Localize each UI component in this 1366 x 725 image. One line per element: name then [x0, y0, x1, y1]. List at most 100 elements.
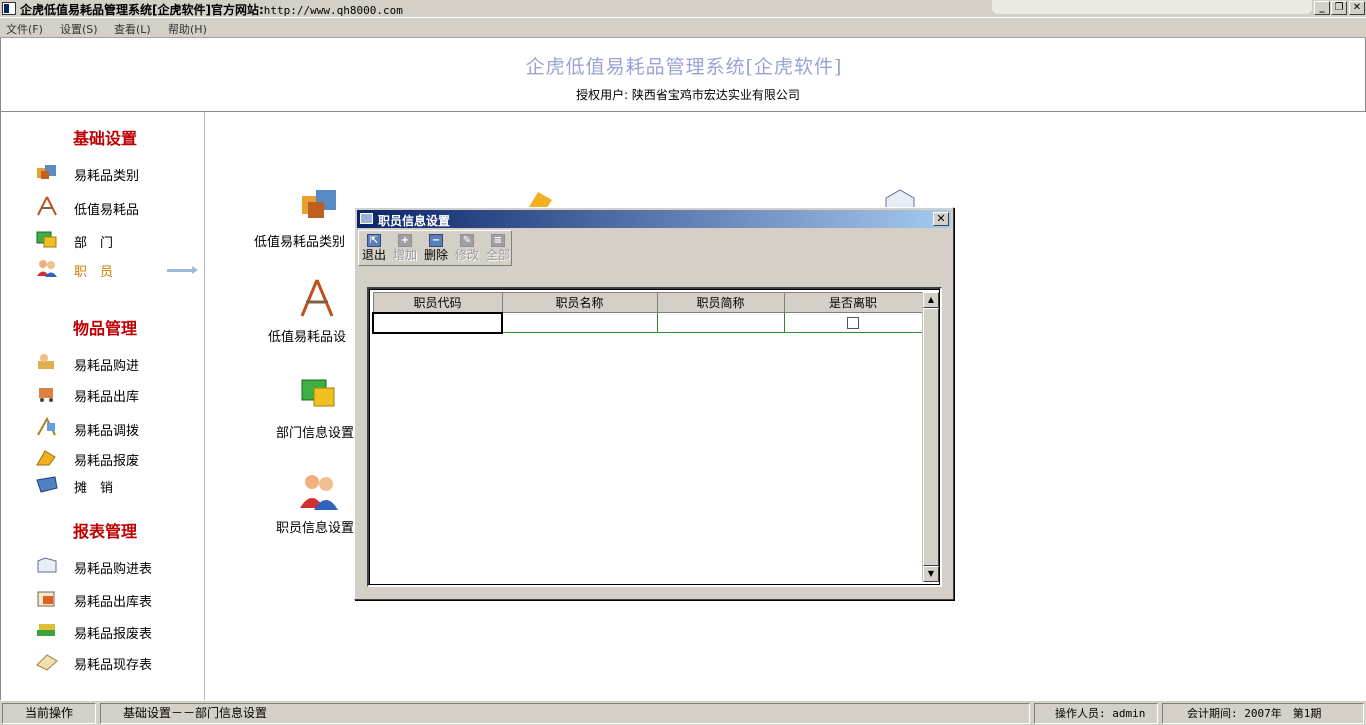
menu-view[interactable]: 查看(L) [114, 21, 151, 37]
sidebar: 基础设置 易耗品类别 低值易耗品 部 门 职 员 物品管理 易耗品购进 易耗品出… [0, 112, 205, 700]
dialog-titlebar: 职员信息设置 ✕ [357, 210, 951, 228]
col-staff-abbr[interactable]: 职员简称 [656, 292, 785, 313]
sidebar-item-label: 易耗品报废表 [74, 627, 153, 642]
outbound-icon [39, 388, 53, 402]
sidebar-item-purchase[interactable]: 易耗品购进 [35, 352, 200, 374]
sidebar-item-label: 易耗品购进表 [74, 562, 153, 577]
books-icon [37, 624, 55, 636]
menu-file[interactable]: 文件(F) [6, 21, 43, 37]
chart-report-icon [37, 591, 55, 607]
staff-shortcut-icon[interactable] [298, 470, 340, 510]
window-titlebar: 企虎低值易耗品管理系统[企虎软件]官方网站:http://www.qh8000.… [0, 0, 1366, 18]
transfer-icon [37, 417, 56, 436]
sidebar-item-label: 职 员 [74, 265, 114, 280]
col-resigned[interactable]: 是否离职 [783, 292, 923, 313]
scroll-up-icon[interactable]: ▲ [923, 292, 939, 308]
section-title-goods: 物品管理 [73, 319, 138, 338]
active-arrow-icon [167, 266, 198, 274]
minimize-button[interactable]: _ [1314, 1, 1330, 15]
sidebar-item-consumables[interactable]: 低值易耗品 [35, 196, 200, 218]
toolbar-label: 全部 [485, 248, 510, 262]
report-icon [37, 557, 57, 573]
sidebar-item-category[interactable]: 易耗品类别 [35, 162, 200, 184]
toolbar-label: 增加 [392, 248, 417, 262]
department-shortcut-label[interactable]: 部门信息设置 [276, 422, 354, 441]
cell-staff-code[interactable] [372, 311, 503, 334]
department-icon [36, 231, 57, 248]
window-title-url: http://www.qh8000.com [263, 4, 403, 17]
dialog-title: 职员信息设置 [378, 214, 451, 228]
dialog-window-icon [360, 213, 373, 224]
resigned-checkbox[interactable] [847, 317, 859, 329]
cell-staff-name[interactable] [501, 312, 658, 333]
sidebar-item-label: 摊 销 [74, 481, 114, 496]
scroll-down-icon[interactable]: ▼ [923, 566, 939, 582]
grid-vertical-scrollbar[interactable]: ▲ ▼ [922, 292, 939, 582]
staff-table: 职员代码 职员名称 职员简称 是否离职 [372, 292, 923, 334]
category-shortcut-label[interactable]: 低值易耗品类别 [254, 231, 345, 250]
section-title-reports: 报表管理 [73, 522, 138, 541]
sidebar-item-stock-report[interactable]: 易耗品现存表 [35, 651, 200, 673]
section-title-basic: 基础设置 [73, 129, 138, 148]
col-staff-code[interactable]: 职员代码 [372, 292, 503, 313]
sidebar-item-outbound[interactable]: 易耗品出库 [35, 383, 200, 405]
minus-icon: − [429, 234, 443, 247]
sidebar-item-label: 低值易耗品 [74, 203, 140, 218]
status-label: 当前操作 [2, 703, 96, 724]
app-header: 企虎低值易耗品管理系统[企虎软件] 授权用户: 陕西省宝鸡市宏达实业有限公司 [0, 38, 1366, 112]
close-button[interactable]: ✕ [1349, 1, 1365, 15]
dialog-close-button[interactable]: ✕ [933, 212, 949, 226]
compass-icon [37, 196, 57, 216]
toolbar-label: 删除 [423, 248, 448, 262]
sidebar-item-label: 易耗品报废 [74, 454, 140, 469]
maximize-button[interactable]: ❐ [1331, 1, 1347, 15]
all-icon: ≡ [491, 234, 505, 247]
exit-button[interactable]: ⇱ 退出 [359, 233, 389, 265]
sidebar-item-transfer[interactable]: 易耗品调拨 [35, 417, 200, 439]
sidebar-item-scrap[interactable]: 易耗品报废 [35, 447, 200, 469]
sidebar-item-outbound-report[interactable]: 易耗品出库表 [35, 588, 200, 610]
sidebar-item-label: 部 门 [74, 236, 114, 251]
consumables-setup-label[interactable]: 低值易耗品设 [268, 326, 346, 345]
sidebar-item-amortize[interactable]: 摊 销 [35, 474, 200, 496]
sidebar-item-scrap-report[interactable]: 易耗品报废表 [35, 620, 200, 642]
edit-icon: ✎ [460, 234, 474, 247]
staff-shortcut-label[interactable]: 职员信息设置 [276, 517, 354, 536]
titlebar-decoration [992, 0, 1312, 14]
sidebar-item-label: 易耗品调拨 [74, 424, 140, 439]
edit-button[interactable]: ✎ 修改 [452, 233, 482, 265]
delete-button[interactable]: − 删除 [421, 233, 451, 265]
table-row [372, 311, 923, 334]
category-shortcut-icon[interactable] [298, 184, 340, 224]
cell-staff-abbr[interactable] [656, 312, 785, 333]
plus-icon: + [398, 234, 412, 247]
menu-settings[interactable]: 设置(S) [60, 21, 98, 37]
menu-bar: 文件(F) 设置(S) 查看(L) 帮助(H) [0, 18, 1366, 38]
purchase-icon [38, 354, 54, 369]
menu-help[interactable]: 帮助(H) [168, 21, 207, 37]
sidebar-item-label: 易耗品类别 [74, 169, 140, 184]
boxes-icon [37, 165, 56, 179]
add-button[interactable]: + 增加 [390, 233, 420, 265]
toolbar-label: 退出 [361, 248, 386, 262]
sidebar-item-purchase-report[interactable]: 易耗品购进表 [35, 555, 200, 577]
sidebar-item-label: 易耗品购进 [74, 359, 140, 374]
staff-info-dialog: 职员信息设置 ✕ ⇱ 退出 + 增加 − 删除 ✎ 修改 ≡ 全部 职员代码 职… [354, 207, 954, 600]
scroll-thumb[interactable] [923, 308, 939, 566]
table-header-row: 职员代码 职员名称 职员简称 是否离职 [372, 292, 923, 313]
scrap-icon [36, 450, 56, 466]
staff-grid: 职员代码 职员名称 职员简称 是否离职 ▲ ▼ [367, 287, 942, 587]
cell-resigned [783, 312, 923, 333]
sidebar-item-label: 易耗品出库表 [74, 595, 153, 610]
all-button[interactable]: ≡ 全部 [483, 233, 513, 265]
status-bar: 当前操作 基础设置－－部门信息设置 操作人员: admin 会计期间: 2007… [0, 700, 1366, 725]
app-title: 企虎低值易耗品管理系统[企虎软件] [525, 56, 843, 78]
status-operator: 操作人员: admin [1034, 703, 1158, 724]
app-icon [2, 2, 16, 15]
users-icon [37, 260, 57, 277]
department-shortcut-icon[interactable] [298, 374, 340, 414]
toolbar-label: 修改 [454, 248, 479, 262]
col-staff-name[interactable]: 职员名称 [501, 292, 658, 313]
sidebar-item-department[interactable]: 部 门 [35, 229, 200, 251]
consumables-setup-icon[interactable] [296, 278, 338, 318]
